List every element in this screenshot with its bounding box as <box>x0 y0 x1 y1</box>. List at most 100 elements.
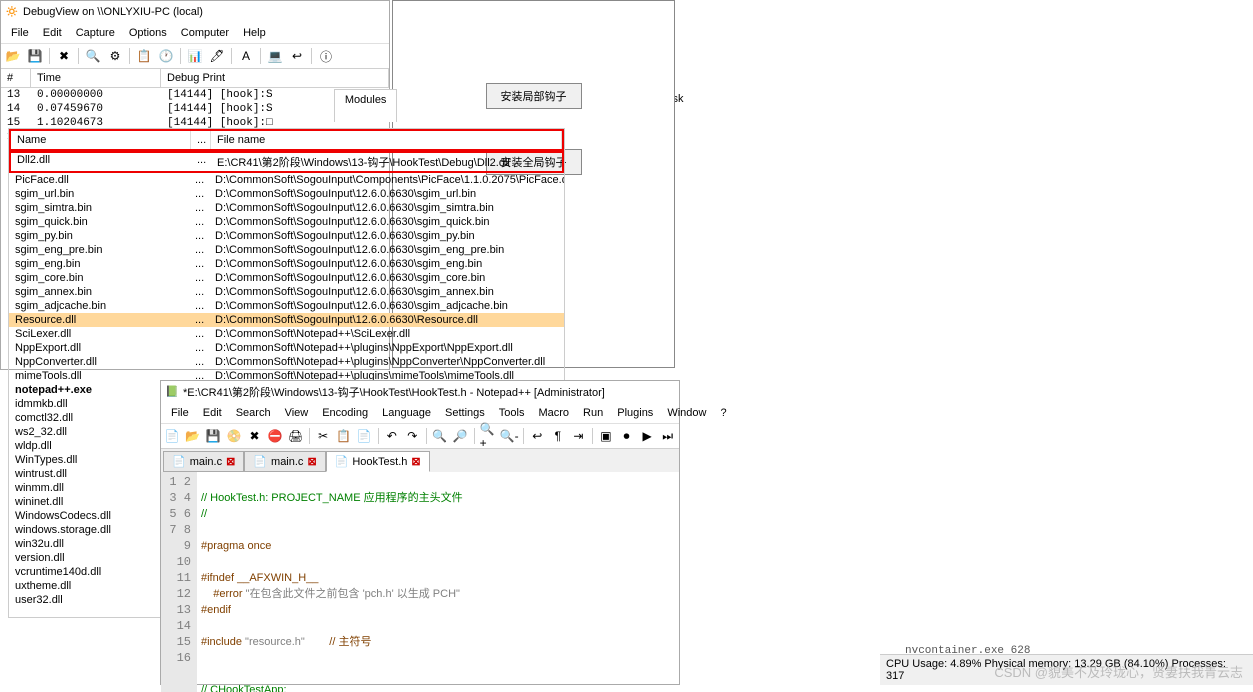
module-row[interactable]: sgim_simtra.bin...D:\CommonSoft\SogouInp… <box>9 201 564 215</box>
menu-edit[interactable]: Edit <box>197 405 228 421</box>
menu-tools[interactable]: Tools <box>493 405 531 421</box>
install-local-hook-button[interactable]: 安装局部钩子 <box>486 83 582 109</box>
save-icon[interactable]: 💾 <box>204 426 223 446</box>
npp-menubar: FileEditSearchViewEncodingLanguageSettin… <box>161 403 679 424</box>
log-row[interactable]: 130.00000000[14144] [hook]:S <box>1 88 389 102</box>
module-row[interactable]: sgim_url.bin...D:\CommonSoft\SogouInput\… <box>9 187 564 201</box>
menu-view[interactable]: View <box>279 405 315 421</box>
module-row[interactable]: Dll2.dll...E:\CR41\第2阶段\Windows\13-钩子\Ho… <box>9 151 564 173</box>
close-tab-icon[interactable]: ⊠ <box>411 455 420 468</box>
undo-icon[interactable]: ↶ <box>382 426 401 446</box>
module-row[interactable]: sgim_eng_pre.bin...D:\CommonSoft\SogouIn… <box>9 243 564 257</box>
scroll-icon[interactable]: 📋 <box>134 46 154 66</box>
editor-area[interactable]: 1 2 3 4 5 6 7 8 9 10 11 12 13 14 15 16 /… <box>161 472 679 692</box>
watermark: CSDN @貌美不及玲珑心，贤妻扶我青云志 <box>994 662 1243 681</box>
line-gutter: 1 2 3 4 5 6 7 8 9 10 11 12 13 14 15 16 <box>161 472 197 692</box>
menu-encoding[interactable]: Encoding <box>316 405 374 421</box>
col-num[interactable]: # <box>1 69 31 88</box>
new-icon[interactable]: 📄 <box>163 426 182 446</box>
debugview-toolbar: 📂 💾 ✖ 🔍 ⚙ 📋 🕐 📊 🖊 A 💻 ↩ ⓘ <box>1 44 389 69</box>
menu-options[interactable]: Options <box>123 25 173 41</box>
allchars-icon[interactable]: ¶ <box>549 426 568 446</box>
menu-window[interactable]: Window <box>661 405 712 421</box>
paste-icon[interactable]: 📄 <box>355 426 374 446</box>
info-icon[interactable]: ⓘ <box>316 46 336 66</box>
debugview-menubar: FileEditCaptureOptionsComputerHelp <box>1 23 389 44</box>
tab-modules[interactable]: Modules <box>334 89 398 122</box>
window-title: DebugView on \\ONLYXIU-PC (local) <box>23 6 203 18</box>
module-row[interactable]: PicFace.dll...D:\CommonSoft\SogouInput\C… <box>9 173 564 187</box>
open-icon[interactable]: 📂 <box>184 426 203 446</box>
menu-help[interactable]: Help <box>237 25 272 41</box>
playm-icon[interactable]: ⏭ <box>658 426 677 446</box>
menu-language[interactable]: Language <box>376 405 437 421</box>
col-print[interactable]: Debug Print <box>161 69 389 88</box>
window-title: *E:\CR41\第2阶段\Windows\13-钩子\HookTest\Hoo… <box>183 384 605 400</box>
menu-run[interactable]: Run <box>577 405 609 421</box>
zoomin-icon[interactable]: 🔍+ <box>479 426 498 446</box>
saveall-icon[interactable]: 📀 <box>225 426 244 446</box>
debugview-columns: # Time Debug Print <box>1 69 389 88</box>
find-icon[interactable]: 🔍 <box>431 426 450 446</box>
menu-computer[interactable]: Computer <box>175 25 235 41</box>
macro-icon[interactable]: ⏺ <box>617 426 636 446</box>
module-row[interactable]: Resource.dll...D:\CommonSoft\SogouInput\… <box>9 313 564 327</box>
module-row[interactable]: NppConverter.dll...D:\CommonSoft\Notepad… <box>9 355 564 369</box>
module-row[interactable]: sgim_py.bin...D:\CommonSoft\SogouInput\1… <box>9 229 564 243</box>
menu-file[interactable]: File <box>5 25 35 41</box>
fold-icon[interactable]: ▣ <box>597 426 616 446</box>
module-row[interactable]: sgim_eng.bin...D:\CommonSoft\SogouInput\… <box>9 257 564 271</box>
close-tab-icon[interactable]: ⊠ <box>226 455 235 468</box>
menu-edit[interactable]: Edit <box>37 25 68 41</box>
save-icon[interactable]: 💾 <box>25 46 45 66</box>
clear-icon[interactable]: ✖ <box>54 46 74 66</box>
close-icon[interactable]: ✖ <box>245 426 264 446</box>
file-tab[interactable]: 📄main.c⊠ <box>163 451 244 472</box>
menu-file[interactable]: File <box>165 405 195 421</box>
menu-settings[interactable]: Settings <box>439 405 491 421</box>
copy-icon[interactable]: 📋 <box>334 426 353 446</box>
print-icon[interactable]: 🖨 <box>286 426 305 446</box>
module-row[interactable]: sgim_quick.bin...D:\CommonSoft\SogouInpu… <box>9 215 564 229</box>
wrap-icon[interactable]: ↩ <box>287 46 307 66</box>
zoomout-icon[interactable]: 🔍- <box>499 426 519 446</box>
close-tab-icon[interactable]: ⊠ <box>307 455 316 468</box>
code-content[interactable]: // HookTest.h: PROJECT_NAME 应用程序的主头文件 //… <box>197 472 679 692</box>
file-tab[interactable]: 📄main.c⊠ <box>244 451 325 472</box>
menu-?[interactable]: ? <box>714 405 732 421</box>
app-icon: 🔅 <box>5 5 19 19</box>
npp-file-tabs: 📄main.c⊠📄main.c⊠📄HookTest.h⊠ <box>161 449 679 472</box>
wrap-icon[interactable]: ↩ <box>528 426 547 446</box>
closeall-icon[interactable]: ⛔ <box>266 426 285 446</box>
col-dots[interactable]: ... <box>191 131 211 149</box>
cut-icon[interactable]: ✂ <box>314 426 333 446</box>
debugview-titlebar[interactable]: 🔅 DebugView on \\ONLYXIU-PC (local) <box>1 1 389 23</box>
replace-icon[interactable]: 🔎 <box>451 426 470 446</box>
module-row[interactable]: sgim_annex.bin...D:\CommonSoft\SogouInpu… <box>9 285 564 299</box>
menu-plugins[interactable]: Plugins <box>611 405 659 421</box>
find-icon[interactable]: 🔍 <box>83 46 103 66</box>
module-row[interactable]: sgim_core.bin...D:\CommonSoft\SogouInput… <box>9 271 564 285</box>
log-row[interactable]: 140.07459670[14144] [hook]:S <box>1 102 389 116</box>
indent-icon[interactable]: ⇥ <box>569 426 588 446</box>
module-row[interactable]: SciLexer.dll...D:\CommonSoft\Notepad++\S… <box>9 327 564 341</box>
play-icon[interactable]: ▶ <box>638 426 657 446</box>
remote-icon[interactable]: 💻 <box>265 46 285 66</box>
filter-icon[interactable]: 📊 <box>185 46 205 66</box>
col-filename[interactable]: File name <box>211 131 562 149</box>
history-icon[interactable]: 🕐 <box>156 46 176 66</box>
menu-search[interactable]: Search <box>230 405 277 421</box>
highlight-icon[interactable]: 🖊 <box>207 46 227 66</box>
npp-titlebar[interactable]: 📗 *E:\CR41\第2阶段\Windows\13-钩子\HookTest\H… <box>161 381 679 403</box>
capture-icon[interactable]: ⚙ <box>105 46 125 66</box>
col-time[interactable]: Time <box>31 69 161 88</box>
redo-icon[interactable]: ↷ <box>403 426 422 446</box>
menu-capture[interactable]: Capture <box>70 25 121 41</box>
menu-macro[interactable]: Macro <box>532 405 575 421</box>
file-tab[interactable]: 📄HookTest.h⊠ <box>326 451 430 472</box>
font-icon[interactable]: A <box>236 46 256 66</box>
col-name[interactable]: Name <box>11 131 191 149</box>
module-row[interactable]: sgim_adjcache.bin...D:\CommonSoft\SogouI… <box>9 299 564 313</box>
open-icon[interactable]: 📂 <box>3 46 23 66</box>
module-row[interactable]: NppExport.dll...D:\CommonSoft\Notepad++\… <box>9 341 564 355</box>
